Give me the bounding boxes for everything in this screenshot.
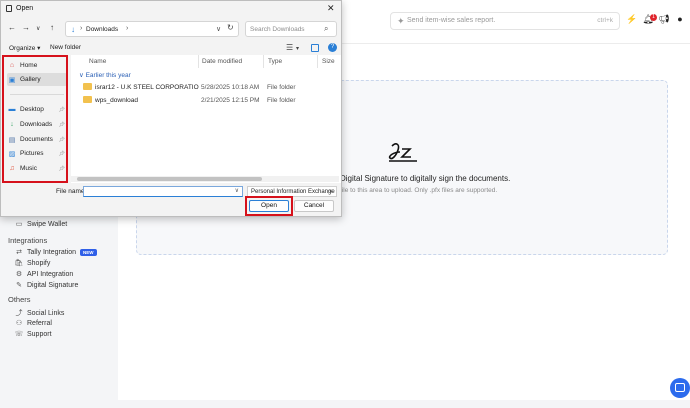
- refresh-icon[interactable]: ↻: [227, 23, 234, 32]
- lightning-icon[interactable]: ⚡: [626, 14, 638, 28]
- sidebar-item-tally[interactable]: ⇄ Tally Integration NEW: [14, 248, 97, 256]
- organize-button[interactable]: Organize ▾: [9, 44, 40, 52]
- group-header[interactable]: ∨ Earlier this year: [79, 71, 131, 79]
- recent-dropdown-icon[interactable]: ∨: [36, 25, 40, 32]
- back-arrow-icon[interactable]: ←: [8, 23, 16, 32]
- dialog-titlebar: Open ✕: [1, 1, 341, 17]
- chat-button[interactable]: [670, 378, 690, 398]
- preview-pane-icon[interactable]: [311, 44, 319, 52]
- open-file-dialog: Open ✕ ← → ∨ ↑ ↓ › Downloads › ∨ ↻ Searc…: [0, 0, 342, 217]
- chevron-down-icon: ∨: [328, 189, 333, 195]
- sidebar-item-digital-signature[interactable]: ✎ Digital Signature: [14, 281, 78, 290]
- others-heading: Others: [8, 295, 31, 304]
- file-row[interactable]: israr12 - U.K STEEL CORPORATION _ Invo..…: [79, 81, 334, 94]
- folder-icon: [83, 96, 92, 103]
- file-list: Name Date modified Type Size ∨ Earlier t…: [71, 55, 341, 183]
- cancel-button[interactable]: Cancel: [294, 200, 334, 212]
- new-badge: NEW: [80, 248, 97, 256]
- file-type: File folder: [267, 84, 296, 91]
- dialog-toolbar: Organize ▾ New folder ☰ ▾ ?: [1, 41, 341, 55]
- file-name-input[interactable]: ∨: [83, 186, 243, 197]
- file-name: israr12 - U.K STEEL CORPORATION _ Invo..…: [95, 84, 199, 91]
- global-search-placeholder: Send item-wise sales report.: [407, 17, 496, 24]
- pen-icon: ✎: [16, 282, 22, 289]
- chevron-down-icon[interactable]: ∨: [235, 187, 239, 194]
- column-separator: [263, 55, 264, 68]
- search-icon: ⌕: [324, 24, 329, 33]
- file-row[interactable]: wps_download 2/21/2025 12:15 PM File fol…: [79, 94, 334, 107]
- megaphone-icon[interactable]: 📢︎: [658, 14, 670, 28]
- sidebar-item-social-links[interactable]: ⤴ Social Links: [14, 308, 65, 318]
- sidebar-item-support[interactable]: ☏ Support: [14, 330, 52, 339]
- integrations-heading: Integrations: [8, 236, 48, 245]
- column-separator: [317, 55, 318, 68]
- close-icon[interactable]: ✕: [327, 3, 335, 14]
- file-type-value: Personal Information Exchange: [251, 189, 335, 195]
- folder-search-input[interactable]: Search Downloads ⌕: [245, 21, 337, 37]
- search-shortcut: ctrl+k: [597, 17, 613, 24]
- new-folder-button[interactable]: New folder: [50, 44, 81, 51]
- shopify-icon: 🛍︎: [14, 260, 24, 267]
- help-icon[interactable]: ?: [328, 43, 337, 52]
- address-bar[interactable]: ↓ › Downloads › ∨: [65, 21, 239, 37]
- sidebar-item-shopify[interactable]: 🛍︎ Shopify: [14, 259, 51, 268]
- profile-icon[interactable]: ●: [674, 14, 686, 28]
- sidebar-item-api[interactable]: ⚙ API Integration: [14, 270, 73, 279]
- notification-badge: 1: [650, 14, 657, 21]
- chevron-down-icon[interactable]: ▾: [296, 45, 299, 52]
- column-header-date[interactable]: Date modified: [202, 58, 242, 65]
- column-header-name[interactable]: Name: [89, 58, 106, 65]
- wallet-icon: ▭: [15, 221, 23, 228]
- support-icon: ☏: [14, 331, 24, 338]
- up-arrow-icon[interactable]: ↑: [50, 23, 54, 32]
- forward-arrow-icon[interactable]: →: [22, 23, 30, 32]
- file-name-label: File name:: [56, 188, 87, 195]
- column-header-type[interactable]: Type: [268, 58, 282, 65]
- chevron-right-icon[interactable]: ›: [126, 25, 128, 32]
- dialog-title: Open: [16, 5, 34, 12]
- column-header-size[interactable]: Size: [322, 58, 335, 65]
- sidebar-item-referral[interactable]: ⚇ Referral: [14, 319, 52, 328]
- chevron-down-icon: ∨: [79, 72, 86, 79]
- global-search-box[interactable]: ✦ Send item-wise sales report. ctrl+k: [390, 12, 620, 30]
- file-date: 2/21/2025 12:15 PM: [201, 97, 260, 104]
- api-icon: ⚙: [15, 271, 23, 278]
- tally-icon: ⇄: [16, 249, 22, 256]
- ai-search-icon: ✦: [397, 16, 405, 26]
- folder-icon: [83, 83, 92, 90]
- folder-search-placeholder: Search Downloads: [250, 26, 305, 33]
- chevron-right-icon: ›: [80, 25, 83, 32]
- file-icon: [6, 5, 12, 12]
- highlight-box-open: [245, 196, 293, 216]
- address-path: Downloads: [86, 26, 119, 33]
- sidebar-item-swipe-wallet[interactable]: ▭ Swipe Wallet: [14, 220, 68, 229]
- chat-icon: [675, 383, 685, 392]
- horizontal-scrollbar[interactable]: [71, 176, 339, 182]
- upload-title: Digital Signature to digitally sign the …: [340, 174, 511, 183]
- dialog-navbar: ← → ∨ ↑ ↓ › Downloads › ∨ ↻ Search Downl…: [1, 19, 341, 39]
- view-options-icon[interactable]: ☰: [286, 43, 293, 52]
- file-name: wps_download: [95, 97, 139, 104]
- scrollbar-thumb[interactable]: [77, 177, 262, 181]
- file-date: 5/28/2025 10:18 AM: [201, 84, 260, 91]
- chevron-down-icon[interactable]: ∨: [216, 25, 221, 33]
- file-type: File folder: [267, 97, 296, 104]
- highlight-box-navigation: [2, 55, 68, 183]
- upload-subtitle: file to this area to upload. Only .pfx f…: [340, 187, 498, 194]
- column-separator: [198, 55, 199, 68]
- referral-icon: ⚇: [15, 320, 23, 327]
- signature-icon: [388, 143, 417, 162]
- share-icon: ⤴: [15, 310, 23, 317]
- downloads-icon: ↓: [71, 25, 75, 34]
